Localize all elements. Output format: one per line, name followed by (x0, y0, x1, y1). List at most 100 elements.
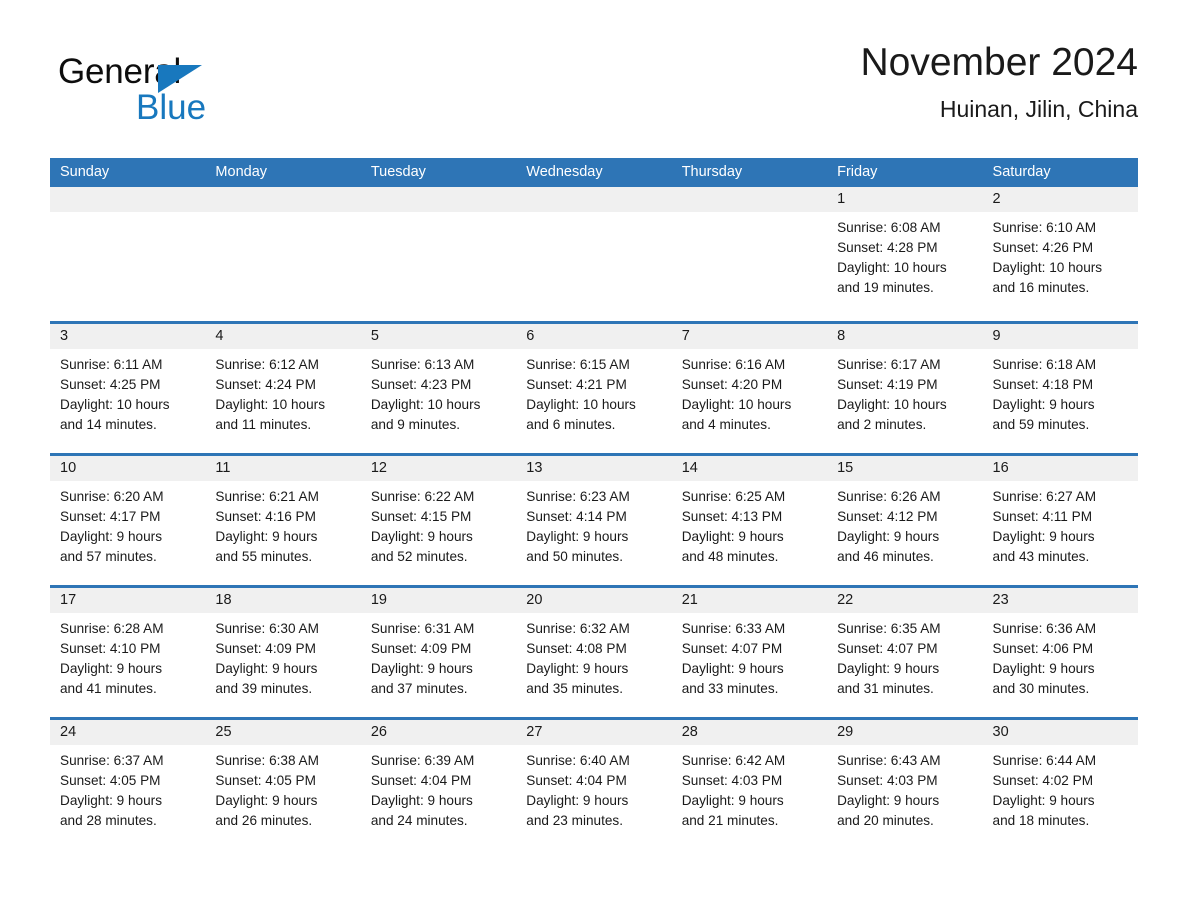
calendar-day-cell[interactable]: 29 Sunrise: 6:43 AM Sunset: 4:03 PM Dayligh… (827, 720, 983, 849)
day-detail-line: and 26 minutes. (215, 813, 313, 828)
calendar-day-cell[interactable]: 13 Sunrise: 6:23 AM Sunset: 4:14 PM Dayligh… (516, 456, 672, 585)
day-number: 11 (205, 456, 361, 481)
day-detail-line: Sunrise: 6:44 AM (992, 753, 1097, 768)
day-detail-line: and 14 minutes. (60, 417, 157, 432)
day-number: 7 (671, 324, 828, 349)
day-details: Sunrise: 6:27 AM Sunset: 4:11 PM Daylight:… (983, 481, 1138, 567)
calendar-day-cell[interactable]: 7 Sunrise: 6:16 AM Sunset: 4:20 PM Daylight… (671, 324, 828, 453)
day-details: Sunrise: 6:16 AM Sunset: 4:20 PM Daylight:… (672, 349, 827, 435)
day-detail-line: and 16 minutes. (992, 280, 1090, 295)
weekday-header-thursday: Thursday (681, 164, 743, 180)
day-detail-line: and 28 minutes. (60, 813, 157, 828)
day-detail-line: Daylight: 10 hours (837, 397, 947, 412)
day-detail-line: Daylight: 10 hours (526, 397, 636, 412)
day-detail-line: and 21 minutes. (681, 813, 779, 828)
day-number: 1 (827, 187, 983, 212)
day-detail-line: Sunrise: 6:33 AM (681, 621, 786, 636)
calendar-day-cell[interactable]: 1 Sunrise: 6:08 AM Sunset: 4:28 PM Daylight… (827, 187, 983, 321)
day-details: Sunrise: 6:31 AM Sunset: 4:09 PM Daylight:… (361, 613, 516, 699)
calendar-day-cell[interactable]: 26 Sunrise: 6:39 AM Sunset: 4:04 PM Dayligh… (360, 720, 517, 849)
calendar-week-row: 1 Sunrise: 6:08 AM Sunset: 4:28 PM Daylight… (50, 187, 1138, 321)
calendar-week-row: 24 Sunrise: 6:37 AM Sunset: 4:05 PM Dayligh… (50, 717, 1138, 849)
calendar-day-cell[interactable]: 16 Sunrise: 6:27 AM Sunset: 4:11 PM Dayligh… (982, 456, 1138, 585)
calendar-day-cell[interactable]: 23 Sunrise: 6:36 AM Sunset: 4:06 PM Dayligh… (982, 588, 1138, 717)
day-detail-line: Daylight: 9 hours (837, 661, 940, 676)
day-number: 2 (982, 187, 1138, 212)
day-details: Sunrise: 6:08 AM Sunset: 4:28 PM Daylight:… (827, 212, 982, 298)
calendar-day-cell[interactable]: 27 Sunrise: 6:40 AM Sunset: 4:04 PM Dayligh… (516, 720, 672, 849)
day-details: Sunrise: 6:25 AM Sunset: 4:13 PM Daylight:… (672, 481, 827, 567)
calendar-day-cell[interactable]: 10 Sunrise: 6:20 AM Sunset: 4:17 PM Dayligh… (50, 456, 206, 585)
calendar-day-cell[interactable]: 19 Sunrise: 6:31 AM Sunset: 4:09 PM Dayligh… (360, 588, 517, 717)
calendar-day-cell[interactable]: 8 Sunrise: 6:17 AM Sunset: 4:19 PM Daylight… (827, 324, 983, 453)
day-detail-line: Daylight: 10 hours (992, 260, 1103, 275)
day-detail-line: Daylight: 9 hours (992, 397, 1095, 412)
day-details: Sunrise: 6:20 AM Sunset: 4:17 PM Daylight:… (50, 481, 205, 567)
day-detail-line: Daylight: 9 hours (370, 793, 473, 808)
day-details: Sunrise: 6:22 AM Sunset: 4:15 PM Daylight:… (361, 481, 516, 567)
day-details: Sunrise: 6:43 AM Sunset: 4:03 PM Daylight:… (827, 745, 982, 831)
day-detail-line: Sunrise: 6:37 AM (60, 753, 164, 768)
day-detail-line: Daylight: 9 hours (215, 529, 318, 544)
day-detail-line: Sunrise: 6:36 AM (992, 621, 1097, 636)
day-number: 20 (516, 588, 672, 613)
brand-name-blue: Blue (136, 88, 207, 127)
day-detail-line: Sunset: 4:23 PM (370, 377, 472, 392)
calendar-day-cell[interactable]: 21 Sunrise: 6:33 AM Sunset: 4:07 PM Dayligh… (671, 588, 828, 717)
calendar-day-cell[interactable]: 15 Sunrise: 6:26 AM Sunset: 4:12 PM Dayligh… (827, 456, 983, 585)
brand-logo[interactable]: General Blue (58, 52, 278, 132)
day-number: 9 (982, 324, 1138, 349)
day-detail-line: Sunrise: 6:20 AM (60, 489, 164, 504)
day-detail-line: Sunrise: 6:38 AM (215, 753, 319, 768)
day-detail-line: Sunrise: 6:27 AM (992, 489, 1097, 504)
calendar-day-cell[interactable]: 12 Sunrise: 6:22 AM Sunset: 4:15 PM Dayligh… (360, 456, 517, 585)
day-detail-line: Daylight: 9 hours (837, 529, 940, 544)
day-detail-line: Sunrise: 6:11 AM (60, 357, 163, 372)
day-details: Sunrise: 6:13 AM Sunset: 4:23 PM Daylight:… (361, 349, 516, 435)
calendar-day-cell[interactable]: 20 Sunrise: 6:32 AM Sunset: 4:08 PM Dayligh… (516, 588, 672, 717)
day-detail-line: Sunset: 4:20 PM (681, 377, 783, 392)
day-detail-line: and 46 minutes. (837, 549, 934, 564)
day-details: Sunrise: 6:42 AM Sunset: 4:03 PM Daylight:… (672, 745, 827, 831)
calendar-day-cell[interactable]: 14 Sunrise: 6:25 AM Sunset: 4:13 PM Dayligh… (671, 456, 828, 585)
calendar-day-cell[interactable]: 22 Sunrise: 6:35 AM Sunset: 4:07 PM Dayligh… (827, 588, 983, 717)
calendar-day-cell[interactable]: 30 Sunrise: 6:44 AM Sunset: 4:02 PM Dayligh… (982, 720, 1138, 849)
calendar-day-cell[interactable]: 2 Sunrise: 6:10 AM Sunset: 4:26 PM Daylight… (982, 187, 1138, 321)
weekday-header-saturday: Saturday (992, 164, 1051, 180)
day-details: Sunrise: 6:15 AM Sunset: 4:21 PM Daylight:… (516, 349, 671, 435)
day-detail-line: Sunset: 4:17 PM (60, 509, 161, 524)
day-details: Sunrise: 6:40 AM Sunset: 4:04 PM Daylight:… (516, 745, 671, 831)
calendar-day-cell[interactable]: 6 Sunrise: 6:15 AM Sunset: 4:21 PM Daylight… (516, 324, 672, 453)
day-detail-line: and 23 minutes. (526, 813, 623, 828)
day-detail-line: Sunset: 4:05 PM (60, 773, 161, 788)
day-detail-line: Sunset: 4:07 PM (837, 641, 938, 656)
day-number: 5 (360, 324, 517, 349)
day-detail-line: Sunrise: 6:16 AM (681, 357, 786, 372)
calendar-day-cell[interactable]: 3 Sunrise: 6:11 AM Sunset: 4:25 PM Daylight… (50, 324, 206, 453)
day-detail-line: Sunset: 4:28 PM (837, 240, 938, 255)
calendar-day-cell[interactable]: 11 Sunrise: 6:21 AM Sunset: 4:16 PM Dayligh… (205, 456, 361, 585)
day-detail-line: and 19 minutes. (837, 280, 934, 295)
day-detail-line: Daylight: 9 hours (215, 661, 318, 676)
day-details: Sunrise: 6:23 AM Sunset: 4:14 PM Daylight:… (516, 481, 671, 567)
calendar-week-row: 17 Sunrise: 6:28 AM Sunset: 4:10 PM Dayligh… (50, 585, 1138, 717)
day-detail-line: Daylight: 10 hours (370, 397, 481, 412)
page-title: November 2024 (860, 41, 1139, 84)
day-detail-line: Sunrise: 6:18 AM (992, 357, 1097, 372)
calendar-day-cell[interactable]: 24 Sunrise: 6:37 AM Sunset: 4:05 PM Dayligh… (50, 720, 206, 849)
calendar-day-cell[interactable]: 4 Sunrise: 6:12 AM Sunset: 4:24 PM Daylight… (205, 324, 361, 453)
calendar-day-cell[interactable]: 28 Sunrise: 6:42 AM Sunset: 4:03 PM Dayligh… (671, 720, 828, 849)
calendar-day-cell[interactable]: 5 Sunrise: 6:13 AM Sunset: 4:23 PM Daylight… (360, 324, 517, 453)
day-number: 23 (982, 588, 1138, 613)
calendar-week-row: 3 Sunrise: 6:11 AM Sunset: 4:25 PM Daylight… (50, 321, 1138, 453)
day-detail-line: and 11 minutes. (215, 417, 312, 432)
calendar-day-cell[interactable]: 9 Sunrise: 6:18 AM Sunset: 4:18 PM Daylight… (982, 324, 1138, 453)
calendar-day-cell[interactable]: 17 Sunrise: 6:28 AM Sunset: 4:10 PM Dayligh… (50, 588, 206, 717)
calendar-day-cell-empty (205, 187, 361, 321)
calendar-day-cell-empty (360, 187, 517, 321)
day-detail-line: Sunset: 4:15 PM (370, 509, 472, 524)
day-detail-line: Sunset: 4:19 PM (837, 377, 938, 392)
day-detail-line: Daylight: 9 hours (215, 793, 318, 808)
calendar-day-cell[interactable]: 25 Sunrise: 6:38 AM Sunset: 4:05 PM Dayligh… (205, 720, 361, 849)
calendar-day-cell[interactable]: 18 Sunrise: 6:30 AM Sunset: 4:09 PM Dayligh… (205, 588, 361, 717)
